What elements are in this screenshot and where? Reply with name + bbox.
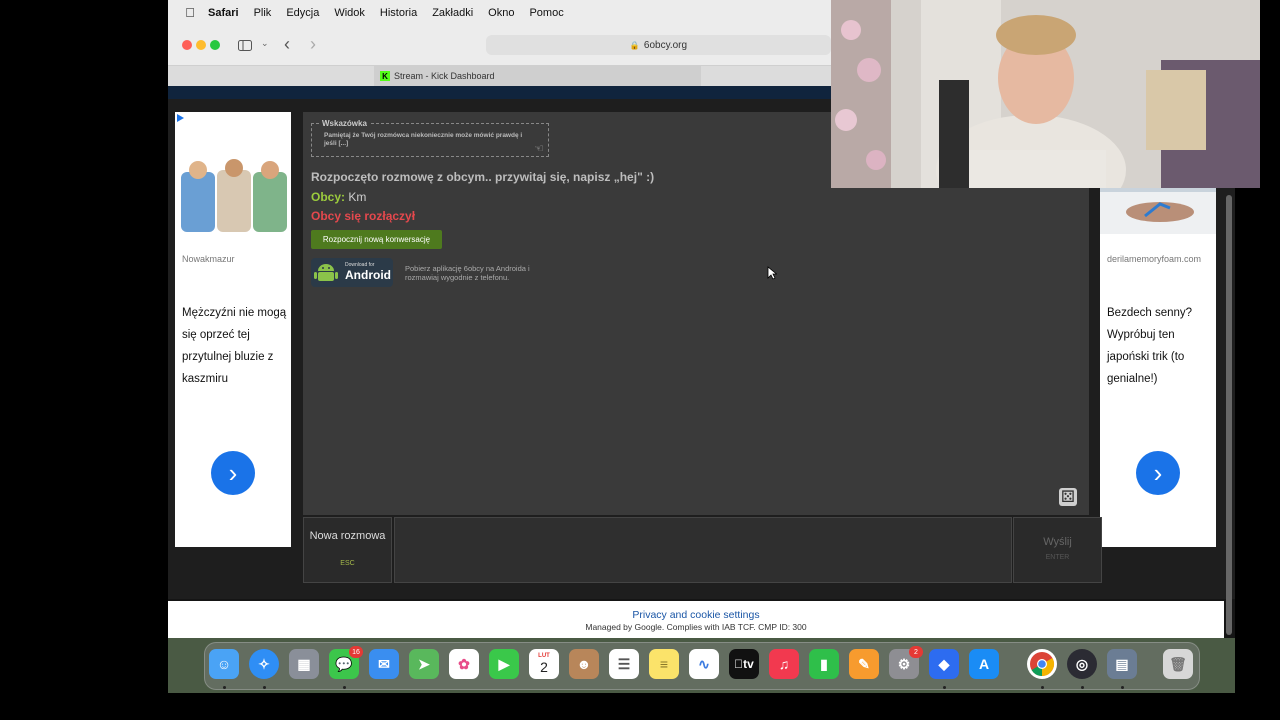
hint-text: Pamiętaj że Twój rozmówca niekoniecznie … bbox=[324, 132, 523, 147]
dice-icon[interactable]: ⚄ bbox=[1059, 488, 1077, 506]
apple-icon[interactable]:  bbox=[182, 5, 198, 20]
android-robot-icon bbox=[314, 264, 338, 281]
menu-widok[interactable]: Widok bbox=[334, 7, 365, 19]
maps-icon[interactable]: ➤ bbox=[409, 649, 439, 679]
numbers-icon[interactable]: ▮ bbox=[809, 649, 839, 679]
app-info-text: Pobierz aplikację 6obcy na Androida i ro… bbox=[405, 264, 530, 282]
ad-arrow-button[interactable]: › bbox=[211, 451, 255, 495]
music-icon[interactable]: ♫ bbox=[769, 649, 799, 679]
pages-icon[interactable]: ✎ bbox=[849, 649, 879, 679]
calendar-day: 2 bbox=[540, 659, 548, 675]
mouse-cursor-icon bbox=[767, 266, 777, 280]
minimize-window-button[interactable] bbox=[196, 40, 206, 50]
ad-image bbox=[175, 112, 291, 234]
ad-source: Nowakmazur bbox=[182, 254, 235, 264]
chrome-icon[interactable] bbox=[1027, 649, 1057, 679]
chat-started-message: Rozpoczęto rozmowę z obcym.. przywitaj s… bbox=[311, 170, 655, 184]
message-text: Km bbox=[348, 190, 367, 204]
mail-icon[interactable]: ✉ bbox=[369, 649, 399, 679]
ad-arrow-button[interactable]: › bbox=[1136, 451, 1180, 495]
calendar-icon[interactable]: LUT 2 bbox=[529, 649, 559, 679]
tv-label: tv bbox=[738, 657, 754, 671]
obs-icon[interactable]: ◎ bbox=[1067, 649, 1097, 679]
disconnected-message: Obcy się rozłączył bbox=[311, 209, 416, 223]
page-scrollbar[interactable] bbox=[1226, 195, 1232, 635]
dock: ☺ ✧ ▦ 💬 16 ✉ ➤ ✿ ▶ LUT 2 ☻ ☰ ≡ ∿ tv ♫ ▮ bbox=[204, 642, 1200, 690]
app-store-icon[interactable]: A bbox=[969, 649, 999, 679]
back-icon[interactable]: ‹ bbox=[284, 34, 290, 55]
safari-toolbar: ⌄ ‹ › 🔒 6obcy.org bbox=[168, 25, 831, 65]
menu-okno[interactable]: Okno bbox=[488, 7, 514, 19]
chrome-logo-icon bbox=[1030, 652, 1055, 676]
new-conversation-button[interactable]: Rozpocznij nową konwersację bbox=[311, 230, 442, 249]
hint-label: Wskazówka bbox=[320, 119, 369, 128]
android-big-text: Android bbox=[345, 268, 391, 282]
messages-badge: 16 bbox=[349, 646, 363, 658]
sidebar-toggle-icon[interactable] bbox=[238, 38, 252, 51]
cookie-note: Managed by Google. Complies with IAB TCF… bbox=[585, 622, 807, 632]
webcam-overlay bbox=[831, 0, 1260, 188]
notes-icon[interactable]: ≡ bbox=[649, 649, 679, 679]
preview-icon[interactable]: ▤ bbox=[1107, 649, 1137, 679]
stranger-message: Obcy: Km bbox=[311, 190, 366, 204]
address-bar[interactable]: 🔒 6obcy.org bbox=[486, 35, 831, 55]
tab-kick-dashboard[interactable]: K Stream - Kick Dashboard bbox=[374, 66, 701, 86]
roblox-icon[interactable]: ◆ bbox=[929, 649, 959, 679]
settings-badge: 2 bbox=[909, 646, 923, 658]
macos-menubar:  Safari Plik Edycja Widok Historia Zakł… bbox=[168, 0, 831, 25]
trash-icon[interactable]: 🗑 bbox=[1163, 649, 1193, 679]
facetime-icon[interactable]: ▶ bbox=[489, 649, 519, 679]
address-text: 6obcy.org bbox=[643, 39, 688, 51]
apple-tv-icon[interactable]: tv bbox=[729, 649, 759, 679]
menu-plik[interactable]: Plik bbox=[254, 7, 272, 19]
send-label: Wyślij bbox=[1043, 536, 1072, 548]
new-chat-button[interactable]: Nowa rozmowa ESC bbox=[303, 517, 392, 583]
menu-edycja[interactable]: Edycja bbox=[286, 7, 319, 19]
close-window-button[interactable] bbox=[182, 40, 192, 50]
send-button[interactable]: Wyślij ENTER bbox=[1013, 517, 1102, 583]
photos-icon[interactable]: ✿ bbox=[449, 649, 479, 679]
message-input[interactable] bbox=[394, 517, 1012, 583]
new-chat-label: Nowa rozmowa bbox=[309, 530, 386, 542]
menu-pomoc[interactable]: Pomoc bbox=[529, 7, 563, 19]
ad-text: Mężczyźni nie mogą się oprzeć tej przytu… bbox=[182, 307, 287, 385]
message-author: Obcy: bbox=[311, 190, 346, 204]
ad-text: Bezdech senny? Wypróbuj ten japoński tri… bbox=[1107, 307, 1193, 385]
site-header-banner bbox=[168, 86, 831, 99]
desktop-wallpaper: ☺ ✧ ▦ 💬 16 ✉ ➤ ✿ ▶ LUT 2 ☻ ☰ ≡ ∿ tv ♫ ▮ bbox=[168, 638, 1235, 693]
menu-zakladki[interactable]: Zakładki bbox=[432, 7, 473, 19]
android-download-badge[interactable]: Download for Android bbox=[311, 258, 393, 287]
menu-historia[interactable]: Historia bbox=[380, 7, 417, 19]
cookie-bar: Privacy and cookie settings Managed by G… bbox=[168, 601, 1224, 638]
tab-title: Stream - Kick Dashboard bbox=[394, 71, 495, 81]
apple-logo-icon:  bbox=[734, 657, 743, 671]
forward-icon[interactable]: › bbox=[310, 34, 316, 55]
menu-safari[interactable]: Safari bbox=[208, 7, 239, 19]
reminders-icon[interactable]: ☰ bbox=[609, 649, 639, 679]
zoom-window-button[interactable] bbox=[210, 40, 220, 50]
left-ad[interactable]: Nowakmazur Mężczyźni nie mogą się oprzeć… bbox=[175, 112, 291, 547]
hint-box: Wskazówka Pamiętaj że Twój rozmówca niek… bbox=[311, 119, 549, 157]
privacy-settings-link[interactable]: Privacy and cookie settings bbox=[168, 609, 1224, 621]
lock-icon: 🔒 bbox=[629, 40, 640, 50]
safari-icon[interactable]: ✧ bbox=[249, 649, 279, 679]
hand-icon: ☜ bbox=[534, 143, 544, 155]
new-chat-key: ESC bbox=[340, 560, 355, 567]
launchpad-icon[interactable]: ▦ bbox=[289, 649, 319, 679]
freeform-icon[interactable]: ∿ bbox=[689, 649, 719, 679]
tab-bar: K Stream - Kick Dashboard bbox=[168, 65, 831, 87]
finder-icon[interactable]: ☺ bbox=[209, 649, 239, 679]
ad-source: derilamemoryfoam.com bbox=[1107, 254, 1202, 264]
contacts-icon[interactable]: ☻ bbox=[569, 649, 599, 679]
kick-favicon-icon: K bbox=[380, 71, 390, 81]
send-key: ENTER bbox=[1045, 554, 1070, 561]
chevron-down-icon[interactable]: ⌄ bbox=[261, 38, 269, 49]
